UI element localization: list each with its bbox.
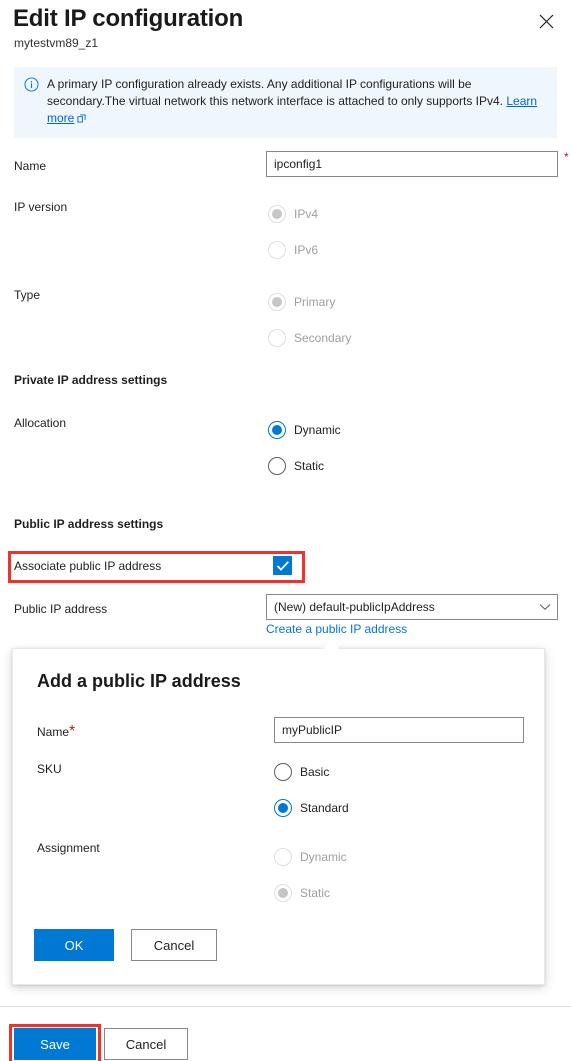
page-subtitle: mytestvm89_z1 [14,36,99,50]
name-label: Name [14,159,47,173]
callout-sku-label: SKU [37,762,62,776]
radio-mark-icon [268,421,286,439]
public-ip-address-label: Public IP address [14,602,108,616]
radio-sku-basic[interactable]: Basic [274,763,329,781]
name-required-marker: * [564,150,569,164]
page-title: Edit IP configuration [13,5,244,32]
callout-name-required-marker: * [69,723,76,740]
callout-name-label: Name [37,725,70,739]
callout-assignment-label-wrap: Assignment [37,839,100,857]
associate-public-ip-checkbox-row[interactable]: Associate public IP address [14,556,292,575]
callout-beak [322,640,340,650]
radio-label: IPv6 [294,243,319,257]
external-link-icon [77,111,86,128]
public-ip-address-dropdown[interactable]: (New) default-publicIpAddress [266,594,558,620]
radio-ip-version-ipv6: IPv6 [268,241,318,259]
checkmark-icon[interactable] [273,556,292,575]
footer-divider [0,1006,571,1007]
footer-cancel-button[interactable]: Cancel [104,1028,188,1060]
radio-mark-icon [274,884,292,902]
callout-sku-label-wrap: SKU [37,760,62,778]
create-public-ip-address-link[interactable]: Create a public IP address [266,622,407,636]
name-label-wrap: Name [14,158,46,174]
radio-mark-icon [268,205,286,223]
radio-label: Basic [300,765,330,779]
radio-mark-icon [268,329,286,347]
callout-name-label-wrap: Name* [37,723,75,741]
edit-ip-configuration-panel: Edit IP configuration mytestvm89_z1 A pr… [0,0,571,1061]
radio-sku-standard[interactable]: Standard [274,799,349,817]
callout-assignment-label: Assignment [37,841,100,855]
radio-mark-icon [274,799,292,817]
banner-text: A primary IP configuration already exist… [47,76,549,128]
radio-mark-icon [268,241,286,259]
radio-label: Dynamic [294,423,341,437]
public-ip-address-value: (New) default-publicIpAddress [274,600,435,614]
type-label-wrap: Type [14,287,40,303]
banner-message: A primary IP configuration already exist… [47,77,503,108]
info-banner: A primary IP configuration already exist… [14,67,557,138]
callout-title: Add a public IP address [37,671,241,691]
name-input[interactable] [266,151,558,177]
private-ip-section-heading: Private IP address settings [14,373,168,387]
radio-type-primary: Primary [268,293,335,311]
add-public-ip-callout: Add a public IP address Name* SKU Basic … [12,648,545,985]
radio-label: Static [294,459,325,473]
public-ip-section-heading: Public IP address settings [14,517,164,531]
chevron-down-icon [539,600,551,614]
radio-label: Secondary [294,331,352,345]
radio-assignment-dynamic: Dynamic [274,848,347,866]
radio-label: Primary [294,295,336,309]
radio-allocation-static[interactable]: Static [268,457,324,475]
radio-assignment-static: Static [274,884,330,902]
radio-mark-icon [268,293,286,311]
ip-version-label-wrap: IP version [14,199,67,215]
radio-label: IPv4 [294,207,319,221]
public-ip-address-label-wrap: Public IP address [14,601,107,617]
radio-label: Static [300,886,331,900]
radio-allocation-dynamic[interactable]: Dynamic [268,421,341,439]
type-label: Type [14,288,41,302]
ip-version-label: IP version [14,200,68,214]
allocation-label: Allocation [14,416,67,430]
radio-label: Standard [300,801,349,815]
radio-mark-icon [268,457,286,475]
close-icon[interactable] [531,6,561,36]
save-button[interactable]: Save [14,1028,96,1060]
allocation-label-wrap: Allocation [14,415,66,431]
radio-mark-icon [274,763,292,781]
radio-label: Dynamic [300,850,347,864]
callout-name-input[interactable] [274,717,524,743]
callout-ok-button[interactable]: OK [34,929,114,961]
callout-cancel-button[interactable]: Cancel [131,929,217,961]
radio-type-secondary: Secondary [268,329,351,347]
associate-public-ip-label: Associate public IP address [14,558,162,573]
radio-mark-icon [274,848,292,866]
info-icon [24,77,39,128]
radio-ip-version-ipv4: IPv4 [268,205,318,223]
